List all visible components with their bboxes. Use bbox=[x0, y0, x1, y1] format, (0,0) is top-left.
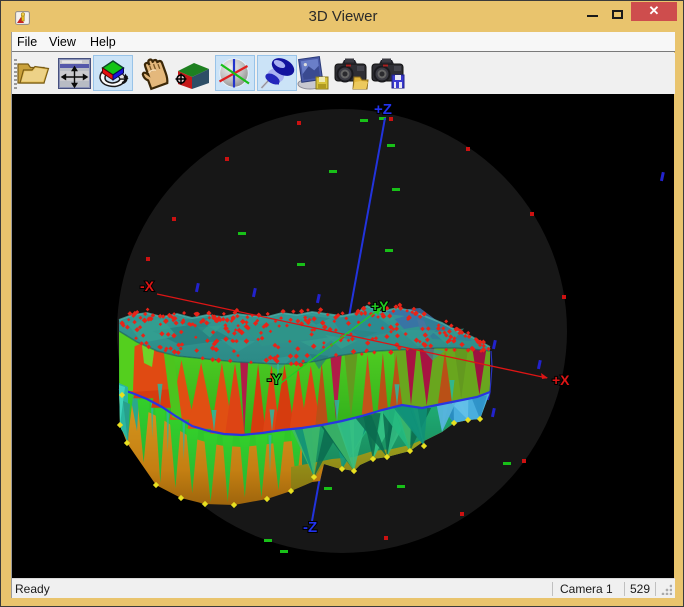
svg-text:+Y: +Y bbox=[371, 298, 389, 314]
svg-text:+X: +X bbox=[552, 372, 570, 388]
svg-text:-Z: -Z bbox=[303, 519, 317, 536]
svg-text:-X: -X bbox=[140, 278, 155, 294]
svg-text:+Z: +Z bbox=[374, 101, 392, 118]
svg-text:-Y: -Y bbox=[267, 371, 282, 387]
